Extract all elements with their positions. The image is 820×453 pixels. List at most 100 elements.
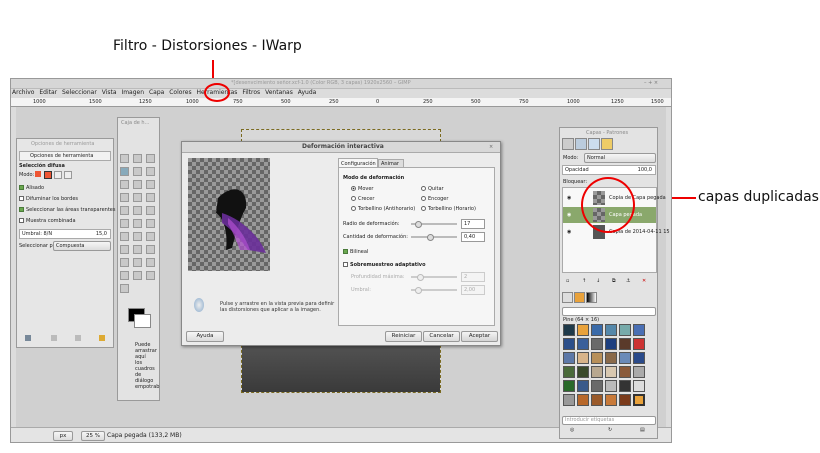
tool-airbrush-icon[interactable] [146, 245, 155, 254]
menu-archivo[interactable]: Archivo [12, 89, 34, 96]
cancel-button[interactable]: Cancelar [423, 331, 460, 342]
mode-radio-remove[interactable]: Quitar [421, 186, 444, 192]
tool-scale-icon[interactable] [120, 206, 129, 215]
radius-slider-handle[interactable] [415, 221, 422, 228]
tool-ellipse-select-icon[interactable] [133, 154, 142, 163]
tool-align-icon[interactable] [120, 193, 129, 202]
pattern-swatch[interactable] [619, 338, 631, 350]
pattern-swatch[interactable] [577, 324, 589, 336]
threshold-slider[interactable]: Umbral: 8/N 15,0 [19, 229, 111, 239]
option-antialias[interactable]: Alisado [19, 185, 44, 191]
radio[interactable] [351, 186, 356, 191]
layer-mode-dropdown[interactable]: Normal [584, 153, 656, 163]
pattern-filter-field[interactable] [562, 307, 656, 316]
tool-dodge-icon[interactable] [146, 271, 155, 280]
pattern-swatch[interactable] [577, 352, 589, 364]
pattern-swatch[interactable] [605, 394, 617, 406]
checkbox[interactable] [19, 185, 24, 190]
paths-tab-icon[interactable] [588, 138, 600, 150]
channels-tab-icon[interactable] [575, 138, 587, 150]
mode-buttons[interactable] [35, 171, 75, 179]
opacity-slider[interactable]: Opacidad 100,0 [562, 165, 656, 175]
mode-replace-icon[interactable] [35, 171, 41, 177]
tool-pencil-icon[interactable] [146, 232, 155, 241]
radius-spinbox[interactable]: 17 [461, 219, 485, 229]
pattern-swatch[interactable] [577, 380, 589, 392]
bilinear-option[interactable]: Bilineal [343, 249, 368, 255]
pattern-swatch[interactable] [633, 394, 645, 406]
tool-zoom-icon[interactable] [120, 180, 129, 189]
menu-ventanas[interactable]: Ventanas [265, 89, 293, 96]
tool-color-select-icon[interactable] [133, 167, 142, 176]
tool-cage-icon[interactable] [133, 219, 142, 228]
mode-radio-move[interactable]: Mover [351, 186, 373, 192]
option-merged[interactable]: Muestra combinada [19, 218, 76, 224]
tool-move-icon[interactable] [146, 180, 155, 189]
tool-rect-select-icon[interactable] [120, 154, 129, 163]
anchor-layer-icon[interactable]: ⚓ [626, 278, 630, 284]
tool-fuzzy-select-icon[interactable] [120, 167, 129, 176]
tool-scissors-icon[interactable] [146, 167, 155, 176]
open-pattern-icon[interactable]: ▤ [640, 427, 645, 433]
menu-capa[interactable]: Capa [149, 89, 164, 96]
tool-text-icon[interactable] [146, 219, 155, 228]
pattern-swatch[interactable] [563, 352, 575, 364]
pattern-swatch[interactable] [591, 352, 603, 364]
checkbox[interactable] [343, 249, 348, 254]
refresh-patterns-icon[interactable]: ↻ [608, 427, 612, 433]
pattern-swatch[interactable] [591, 324, 603, 336]
visibility-eye-icon[interactable]: ◉ [567, 212, 571, 218]
layers-tab-icon[interactable] [562, 138, 574, 150]
pattern-swatch[interactable] [619, 352, 631, 364]
duplicate-layer-icon[interactable]: ⧉ [612, 278, 616, 284]
dialog-close-icon[interactable]: × [489, 144, 493, 150]
delete-options-icon[interactable] [75, 335, 81, 341]
pattern-swatch[interactable] [577, 366, 589, 378]
layer-up-icon[interactable]: ↑ [582, 278, 586, 284]
tool-free-select-icon[interactable] [146, 154, 155, 163]
background-color[interactable] [134, 314, 151, 328]
restore-options-icon[interactable] [51, 335, 57, 341]
menu-vista[interactable]: Vista [102, 89, 117, 96]
pattern-swatch[interactable] [577, 394, 589, 406]
pattern-swatch[interactable] [619, 380, 631, 392]
mode-radio-grow[interactable]: Crecer [351, 196, 374, 202]
help-button[interactable]: Ayuda [186, 331, 224, 342]
pattern-swatch[interactable] [633, 338, 645, 350]
reset-button[interactable]: Reiniciar [385, 331, 422, 342]
tool-smudge-icon[interactable] [120, 271, 129, 280]
tool-clone-icon[interactable] [133, 258, 142, 267]
reset-options-icon[interactable] [99, 335, 105, 341]
mode-radio-swirl-ccw[interactable]: Torbellino (Antihorario) [351, 206, 415, 212]
pattern-swatch[interactable] [633, 352, 645, 364]
pattern-swatch[interactable] [563, 394, 575, 406]
radio[interactable] [351, 206, 356, 211]
pattern-swatch[interactable] [577, 338, 589, 350]
pattern-swatch[interactable] [633, 324, 645, 336]
patterns-tab-icon[interactable] [574, 292, 585, 303]
mode-add-icon[interactable] [44, 171, 52, 179]
pattern-swatch[interactable] [605, 338, 617, 350]
radio[interactable] [421, 206, 426, 211]
tool-blur-icon[interactable] [133, 271, 142, 280]
amount-slider-handle[interactable] [427, 234, 434, 241]
unit-select[interactable]: px [53, 431, 73, 441]
tool-eyedropper-icon[interactable] [120, 284, 129, 293]
supersample-option[interactable]: Sobremuestreo adaptativo [343, 262, 426, 268]
tool-paintbrush-icon[interactable] [120, 245, 129, 254]
menu-imagen[interactable]: Imagen [121, 89, 144, 96]
checkbox[interactable] [19, 207, 24, 212]
pattern-tags-field[interactable]: Introducir etiquetas [562, 416, 656, 425]
tool-shear-icon[interactable] [133, 206, 142, 215]
mode-radio-swirl-cw[interactable]: Torbellino (Horario) [421, 206, 476, 212]
tool-crop-icon[interactable] [133, 193, 142, 202]
mode-subtract-icon[interactable] [54, 171, 62, 179]
amount-spinbox[interactable]: 0,40 [461, 232, 485, 242]
layer-down-icon[interactable]: ↓ [596, 278, 600, 284]
pattern-swatch[interactable] [605, 380, 617, 392]
checkbox[interactable] [19, 196, 24, 201]
warp-preview[interactable] [188, 158, 270, 271]
tool-options-tab[interactable]: Opciones de herramienta [19, 151, 111, 161]
pattern-swatch[interactable] [619, 366, 631, 378]
pattern-swatch[interactable] [605, 366, 617, 378]
